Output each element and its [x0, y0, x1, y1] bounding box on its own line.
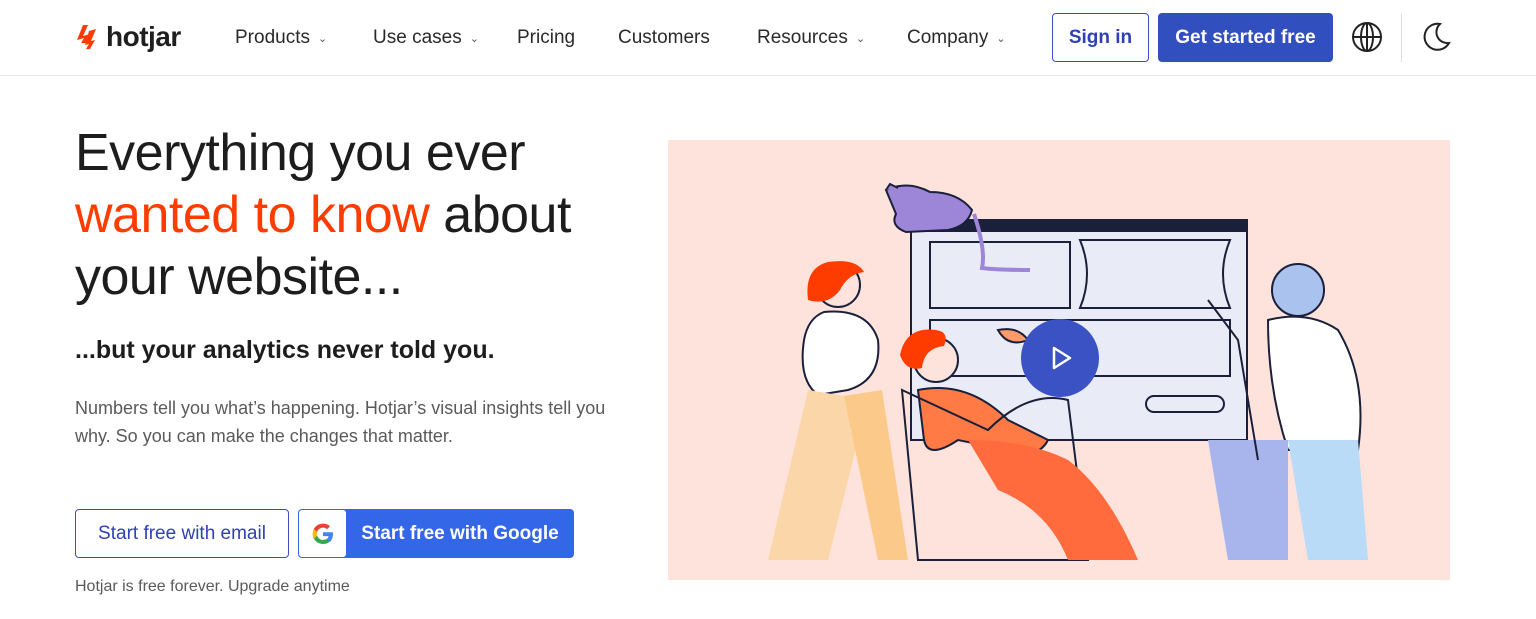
play-video-button[interactable] [1021, 319, 1099, 397]
nav-item-company[interactable]: Company ⌄ [907, 24, 1006, 52]
hero-title-accent: wanted to know [75, 186, 430, 244]
globe-icon[interactable] [1351, 21, 1383, 53]
hero-title: Everything you ever wanted to know about… [75, 122, 655, 308]
nav-item-label: Pricing [517, 27, 576, 48]
google-icon [299, 510, 346, 557]
chevron-down-icon: ⌄ [996, 32, 1006, 45]
nav-item-label: Resources [757, 27, 848, 48]
hero-video-thumbnail[interactable] [668, 140, 1450, 580]
nav-item-label: Products [235, 27, 310, 48]
nav-item-use-cases[interactable]: Use cases ⌄ [373, 24, 479, 52]
free-forever-note: Hotjar is free forever. Upgrade anytime [75, 578, 350, 595]
chevron-down-icon: ⌄ [469, 32, 479, 45]
hero-description: Numbers tell you what’s happening. Hotja… [75, 398, 606, 446]
moon-icon[interactable] [1420, 21, 1452, 53]
nav-item-pricing[interactable]: Pricing [517, 24, 575, 52]
logo-wordmark: hotjar [106, 21, 181, 52]
hotjar-logo-icon [77, 25, 96, 49]
nav-divider [1401, 14, 1402, 62]
sign-in-button[interactable]: Sign in [1052, 13, 1149, 62]
google-button-label: Start free with Google [361, 522, 559, 544]
hotjar-logo[interactable]: hotjar [76, 20, 181, 54]
hero-title-after-accent: about [429, 186, 571, 244]
nav-item-customers[interactable]: Customers [618, 24, 710, 52]
chevron-down-icon: ⌄ [855, 32, 866, 45]
hero-subtitle: ...but your analytics never told you. [75, 336, 495, 364]
start-free-with-email-button[interactable]: Start free with email [75, 509, 289, 558]
hero-title-line1: Everything you ever [75, 124, 526, 182]
nav-item-label: Company [907, 27, 989, 48]
hero-title-line3: your website... [75, 248, 403, 306]
play-icon [1052, 346, 1072, 370]
top-navigation: hotjar Products ⌄ Use cases ⌄ Pricing Cu… [0, 0, 1536, 76]
nav-item-label: Use cases [373, 27, 462, 48]
nav-item-products[interactable]: Products ⌄ [235, 24, 327, 52]
start-free-with-google-button[interactable]: Start free with Google [298, 509, 574, 558]
get-started-free-button[interactable]: Get started free [1158, 13, 1333, 62]
nav-item-label: Customers [618, 27, 710, 48]
nav-item-resources[interactable]: Resources ⌄ [757, 24, 865, 52]
chevron-down-icon: ⌄ [317, 32, 328, 45]
